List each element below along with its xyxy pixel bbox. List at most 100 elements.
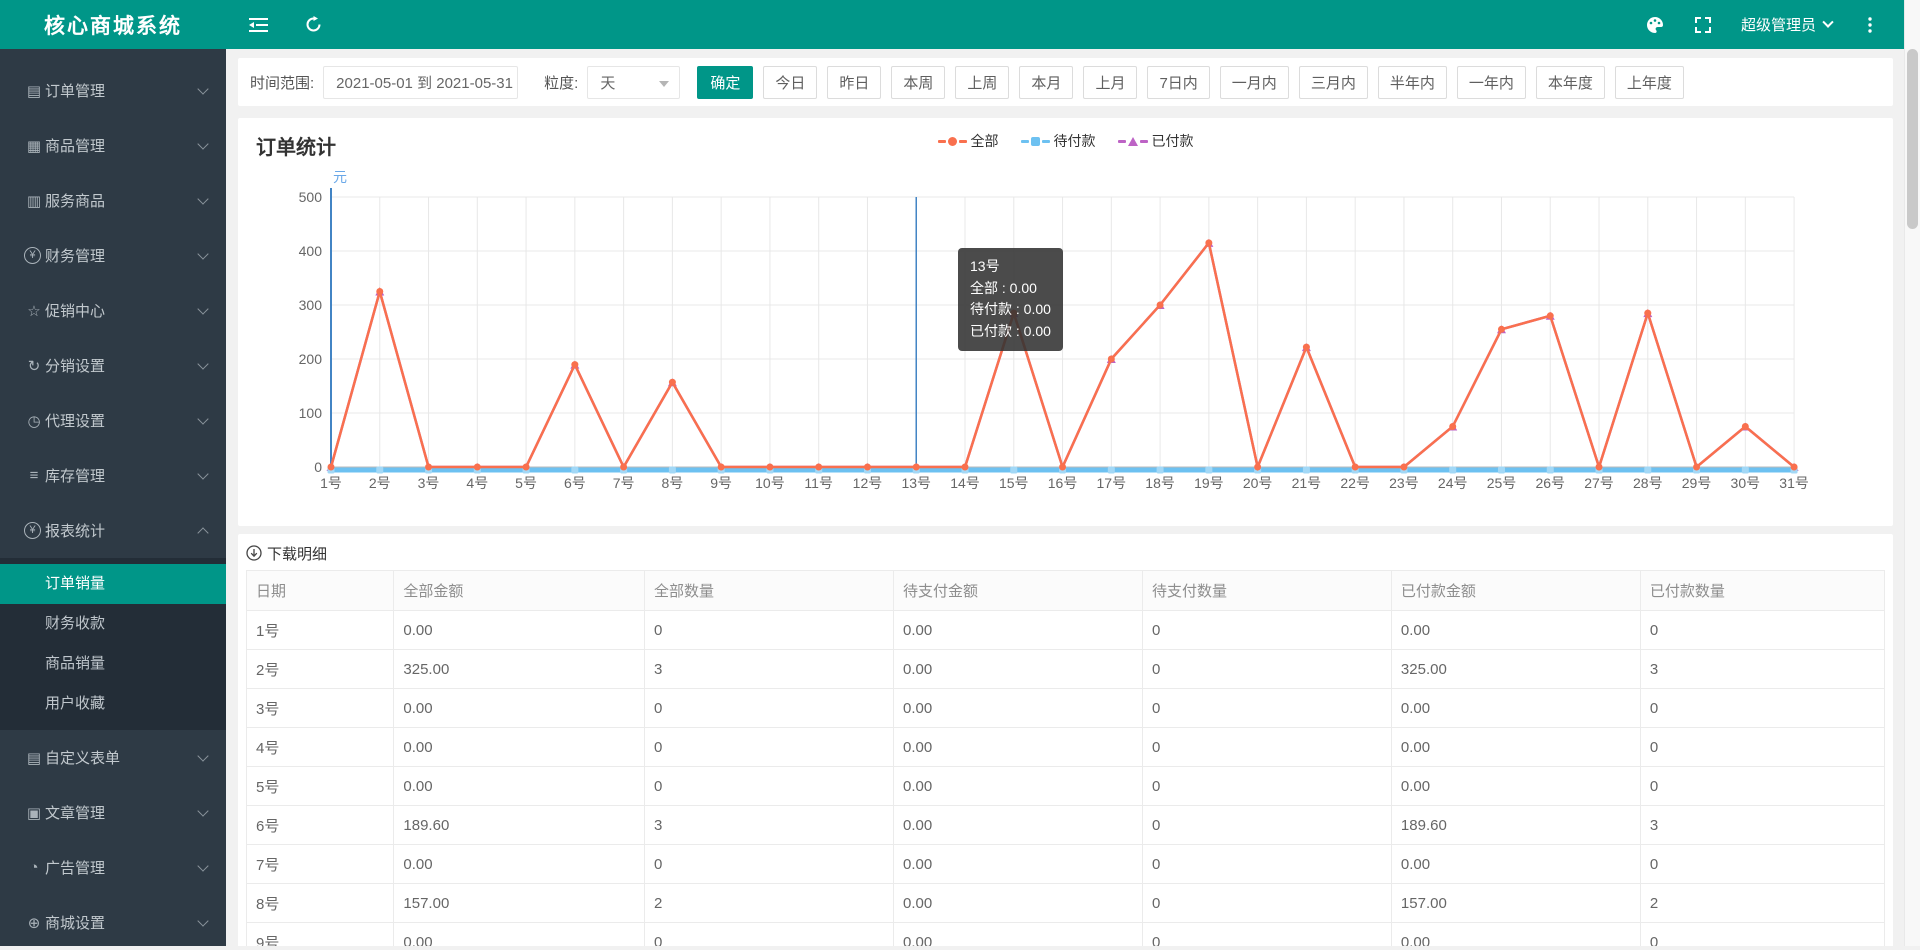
sidebar-subitem-2[interactable]: 商品销量 [0,644,226,684]
quick-range-button-0[interactable]: 今日 [763,66,817,99]
quick-range-button-4[interactable]: 本月 [1019,66,1073,99]
svg-text:21号: 21号 [1292,475,1322,491]
quick-range-button-9[interactable]: 半年内 [1378,66,1447,99]
sidebar-item-label: 广告管理 [45,857,105,878]
granularity-select[interactable]: 天 [587,66,680,99]
refresh-icon[interactable] [293,0,333,49]
table-cell: 0.00 [394,923,645,947]
svg-text:13号: 13号 [901,475,931,491]
sidebar-item-label: 促销中心 [45,300,105,321]
user-name: 超级管理员 [1741,14,1816,35]
legend-label: 已付款 [1152,131,1194,151]
svg-text:14号: 14号 [950,475,980,491]
download-link[interactable]: 下载明细 [246,542,327,564]
quick-range-button-2[interactable]: 本周 [891,66,945,99]
table-cell: 2 [645,884,894,923]
sidebar-item-label: 报表统计 [45,520,105,541]
sidebar-item-ads[interactable]: ◔广告管理 [0,840,226,895]
svg-text:16号: 16号 [1048,475,1078,491]
sidebar-item-order[interactable]: ▤订单管理 [0,63,226,118]
legend-item-1[interactable]: 待付款 [1021,131,1096,151]
sidebar-item-report[interactable]: ¥报表统计 [0,503,226,558]
table-cell: 3 [1640,806,1884,845]
report-icon: ¥ [24,522,41,539]
table-cell: 0 [1142,611,1391,650]
inventory-icon: ≡ [25,467,43,484]
user-dropdown[interactable]: 超级管理员 [1731,0,1842,49]
quick-range-button-1[interactable]: 昨日 [827,66,881,99]
sidebar-item-finance[interactable]: ¥财务管理 [0,228,226,283]
confirm-button[interactable]: 确定 [697,66,753,99]
app-logo: 核心商城系统 [0,0,226,49]
chevron-down-icon [197,915,208,926]
table-cell: 0 [645,845,894,884]
finance-icon: ¥ [24,247,41,264]
page-scrollbar[interactable] [1904,0,1920,946]
sidebar-item-agent[interactable]: ◷代理设置 [0,393,226,448]
chevron-down-icon [197,138,208,149]
order-statistics-card: 订单统计 全部待付款已付款 0100200300400500元1号2号3号4号5… [238,118,1893,526]
table-cell: 3号 [247,689,394,728]
table-cell: 0.00 [394,611,645,650]
chevron-down-icon [197,83,208,94]
sidebar-subitem-0[interactable]: 订单销量 [0,564,226,604]
scrollbar-thumb[interactable] [1907,49,1918,229]
quick-range-button-8[interactable]: 三月内 [1299,66,1368,99]
legend-label: 待付款 [1054,131,1096,151]
quick-range-button-12[interactable]: 上年度 [1615,66,1684,99]
quick-range-button-10[interactable]: 一年内 [1457,66,1526,99]
table-row: 9号0.0000.0000.000 [247,923,1885,947]
table-cell: 0 [1142,845,1391,884]
more-menu-icon[interactable] [1850,0,1890,49]
sidebar-item-service-goods[interactable]: ▥服务商品 [0,173,226,228]
sidebar-subitem-1[interactable]: 财务收款 [0,604,226,644]
theme-palette-icon[interactable] [1635,0,1675,49]
table-cell: 0 [645,728,894,767]
quick-range-button-5[interactable]: 上月 [1083,66,1137,99]
quick-range-button-7[interactable]: 一月内 [1220,66,1289,99]
svg-text:12号: 12号 [853,475,883,491]
svg-text:3号: 3号 [418,475,440,491]
date-range-input[interactable]: 2021-05-01 到 2021-05-31 [323,66,518,99]
table-cell: 0.00 [1391,845,1640,884]
fullscreen-icon[interactable] [1683,0,1723,49]
table-cell: 0.00 [394,689,645,728]
sidebar-item-custom-form[interactable]: ▤自定义表单 [0,730,226,785]
table-cell: 0.00 [893,728,1142,767]
collapse-menu-icon[interactable] [238,0,278,49]
order-statistics-chart[interactable]: 0100200300400500元1号2号3号4号5号6号7号8号9号10号11… [258,158,1818,498]
chart-legend: 全部 待付款 已付款 [238,131,1893,151]
chevron-down-icon [197,860,208,871]
sidebar-subitem-3[interactable]: 用户收藏 [0,684,226,724]
table-row: 8号157.0020.000157.002 [247,884,1885,923]
sidebar-item-inventory[interactable]: ≡库存管理 [0,448,226,503]
quick-range-button-11[interactable]: 本年度 [1536,66,1605,99]
table-cell: 0.00 [1391,611,1640,650]
order-icon: ▤ [25,82,43,100]
sidebar-item-distribution[interactable]: ↻分销设置 [0,338,226,393]
svg-text:8号: 8号 [661,475,683,491]
table-cell: 0 [1640,767,1884,806]
chevron-down-icon [197,303,208,314]
column-header-2: 全部数量 [645,571,894,611]
legend-item-0[interactable]: 全部 [938,131,999,151]
chevron-down-icon [1822,16,1833,27]
promotion-icon: ☆ [25,302,43,320]
table-cell: 0 [1640,728,1884,767]
svg-text:11号: 11号 [804,475,833,491]
square-marker-icon [1021,137,1050,146]
triangle-marker-icon [1118,137,1148,146]
quick-range-button-3[interactable]: 上周 [955,66,1009,99]
chevron-down-icon [197,468,208,479]
sidebar-item-promotion[interactable]: ☆促销中心 [0,283,226,338]
sidebar-item-article[interactable]: ▣文章管理 [0,785,226,840]
quick-range-button-6[interactable]: 7日内 [1147,66,1209,99]
svg-text:10号: 10号 [755,475,785,491]
svg-text:7号: 7号 [613,475,635,491]
sidebar-item-mall-settings[interactable]: ⊕商城设置 [0,895,226,950]
submenu-report: 订单销量财务收款商品销量用户收藏 [0,558,226,730]
svg-text:18号: 18号 [1145,475,1175,491]
legend-item-2[interactable]: 已付款 [1118,131,1194,151]
sidebar-item-goods[interactable]: ▦商品管理 [0,118,226,173]
table-cell: 3 [645,806,894,845]
